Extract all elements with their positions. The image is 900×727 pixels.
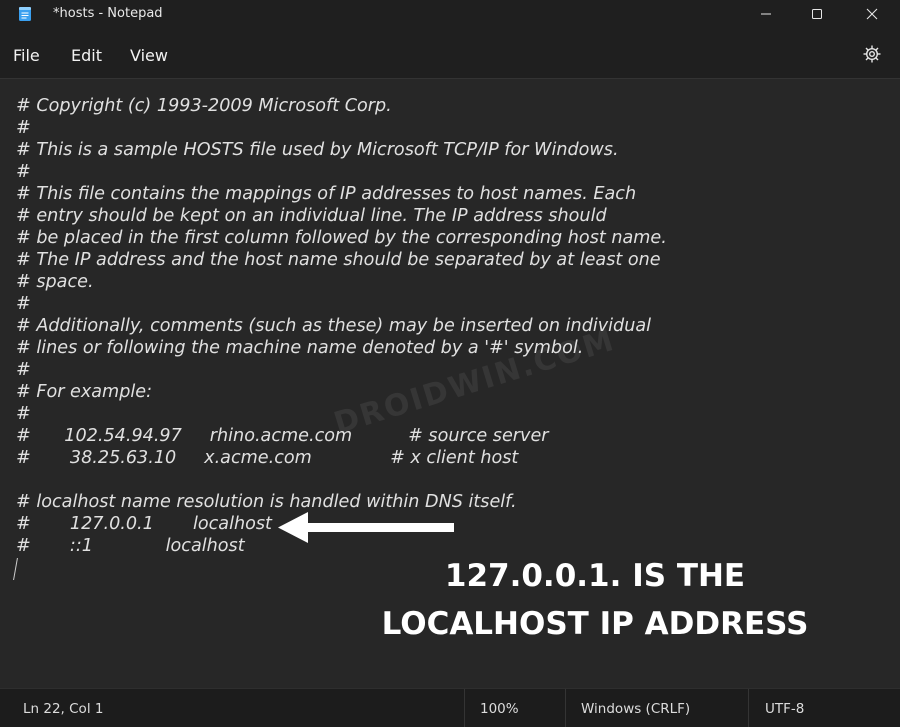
menu-bar: File Edit View xyxy=(0,30,900,78)
editor-line: # For example: xyxy=(16,382,153,402)
annotation-line-1: 127.0.0.1. IS THE xyxy=(444,558,746,594)
editor-line: # xyxy=(16,162,31,182)
cursor-position: Ln 22, Col 1 xyxy=(23,701,104,717)
close-icon xyxy=(866,8,878,20)
editor-line: # xyxy=(16,118,31,138)
menu-file[interactable]: File xyxy=(13,46,40,65)
editor-line: # Copyright (c) 1993-2009 Microsoft Corp… xyxy=(16,96,392,116)
arrow-left-icon xyxy=(278,512,454,543)
status-divider xyxy=(464,689,465,727)
editor-line: # be placed in the first column followed… xyxy=(16,228,667,248)
menu-view[interactable]: View xyxy=(130,46,168,65)
editor-line: # 38.25.63.10 x.acme.com # x client host xyxy=(16,448,519,468)
zoom-level: 100% xyxy=(480,701,519,717)
line-ending: Windows (CRLF) xyxy=(581,701,691,717)
annotation-line-2: LOCALHOST IP ADDRESS xyxy=(381,606,809,642)
title-bar: *hosts - Notepad xyxy=(0,0,900,30)
editor-line: # entry should be kept on an individual … xyxy=(16,206,607,226)
editor-line: # This is a sample HOSTS file used by Mi… xyxy=(16,140,619,160)
maximize-button[interactable] xyxy=(793,0,841,28)
close-button[interactable] xyxy=(848,0,896,28)
minimize-icon xyxy=(761,13,771,15)
annotation-callout: 127.0.0.1. IS THE LOCALHOST IP ADDRESS xyxy=(340,552,850,648)
gear-icon[interactable] xyxy=(862,44,882,64)
editor-line: # This file contains the mappings of IP … xyxy=(16,184,637,204)
notepad-icon xyxy=(19,7,31,21)
editor-line: # The IP address and the host name shoul… xyxy=(16,250,661,270)
status-bar: Ln 22, Col 1 100% Windows (CRLF) UTF-8 xyxy=(0,688,900,727)
status-divider xyxy=(748,689,749,727)
minimize-button[interactable] xyxy=(742,0,790,28)
window-title: *hosts - Notepad xyxy=(53,6,163,21)
status-divider xyxy=(565,689,566,727)
editor-text[interactable]: # Copyright (c) 1993-2009 Microsoft Corp… xyxy=(16,95,667,557)
encoding: UTF-8 xyxy=(765,701,805,717)
maximize-icon xyxy=(812,9,822,19)
editor-line: # xyxy=(16,294,31,314)
editor-line: # space. xyxy=(16,272,94,292)
menu-edit[interactable]: Edit xyxy=(71,46,102,65)
